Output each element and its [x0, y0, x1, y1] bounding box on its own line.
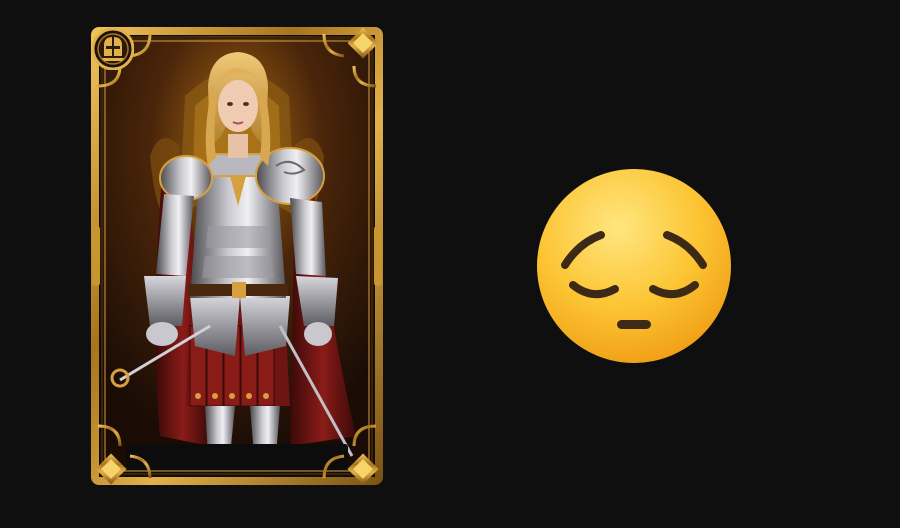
pensive-face-icon	[535, 167, 733, 365]
knight-helmet-icon	[92, 28, 134, 70]
hero-card-art	[91, 27, 383, 485]
hero-card[interactable]	[90, 26, 384, 486]
mouth	[617, 320, 651, 329]
hero-name	[126, 444, 348, 474]
